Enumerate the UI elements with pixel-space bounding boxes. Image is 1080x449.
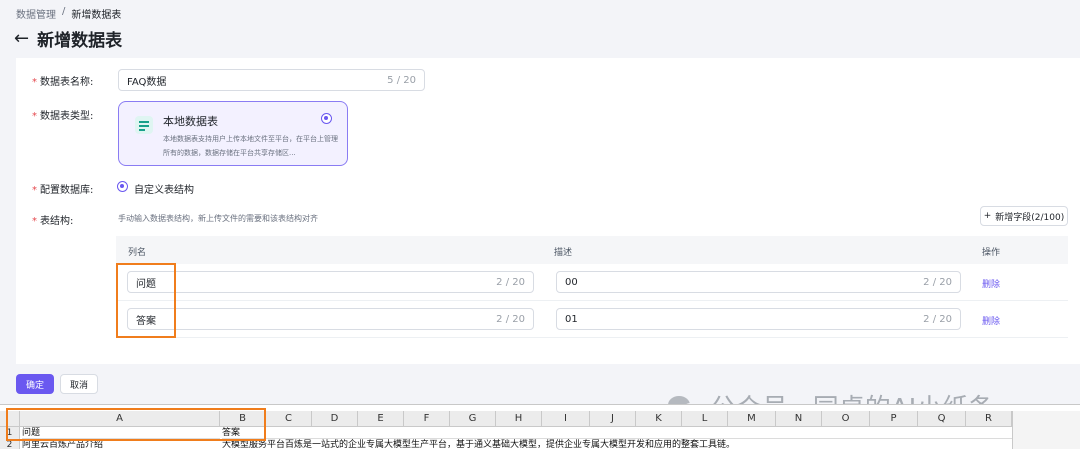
sheet-cell[interactable]: 答案 — [222, 427, 1012, 439]
local-table-type-desc: 本地数据表支持用户上传本地文件至平台，在平台上管理所有的数据，数据存储在平台共享… — [163, 135, 338, 157]
column-desc-value: 01 — [565, 313, 578, 325]
column-desc-input[interactable]: 00 2 / 20 — [556, 271, 961, 293]
spreadsheet: A B C D E F G H I J K L M N O P Q R 1 问题… — [0, 404, 1080, 449]
sheet-column-header[interactable]: G — [450, 411, 496, 427]
table-row: 答案 2 / 20 01 2 / 20 删除 — [116, 301, 1068, 338]
sheet-column-header[interactable]: C — [266, 411, 312, 427]
table-type-label-text: 数据表类型: — [40, 111, 94, 122]
column-desc-counter: 2 / 20 — [923, 313, 952, 325]
sheet-column-header[interactable]: K — [636, 411, 682, 427]
database-config-label: * 配置数据库: — [32, 181, 93, 196]
table-structure-label-text: 表结构: — [40, 216, 74, 227]
table-row: 问题 2 / 20 00 2 / 20 删除 — [116, 264, 1068, 301]
column-name-counter: 2 / 20 — [496, 313, 525, 325]
sheet-column-header[interactable]: N — [776, 411, 822, 427]
add-field-label: 新增字段(2/100) — [995, 212, 1065, 223]
page: 数据管理 / 新增数据表 ← 新增数据表 * 数据表名称: FAQ数据 5 / 2… — [0, 0, 1080, 449]
required-mark: * — [32, 185, 37, 196]
column-desc-counter: 2 / 20 — [923, 276, 952, 288]
highlight-box-sheet-header — [6, 408, 266, 441]
delete-row-button[interactable]: 删除 — [982, 277, 1000, 290]
column-desc-value: 00 — [565, 276, 578, 288]
local-table-type-card[interactable]: 本地数据表 本地数据表支持用户上传本地文件至平台，在平台上管理所有的数据，数据存… — [118, 101, 348, 166]
column-header-desc: 描述 — [554, 248, 573, 258]
plus-icon: + — [983, 211, 992, 221]
database-config-label-text: 配置数据库: — [40, 185, 94, 196]
add-field-button[interactable]: + 新增字段(2/100) — [980, 206, 1068, 226]
sheet-column-header[interactable]: F — [404, 411, 450, 427]
sheet-scroll-area[interactable] — [1012, 411, 1080, 449]
sheet-column-header[interactable]: L — [682, 411, 728, 427]
table-name-label-text: 数据表名称: — [40, 77, 94, 88]
page-header: 数据管理 / 新增数据表 ← 新增数据表 — [0, 0, 1080, 60]
breadcrumb-separator: / — [62, 6, 66, 17]
breadcrumb-current: 新增数据表 — [71, 10, 122, 21]
sheet-column-header[interactable]: I — [542, 411, 590, 427]
footer-actions: 确定 取消 公众号 · 同桌的AI小纸条 — [0, 364, 1080, 424]
sheet-column-header[interactable]: D — [312, 411, 358, 427]
sheet-cell[interactable]: 大模型服务平台百炼是一站式的企业专属大模型生产平台，基于通义基础大模型，提供企业… — [222, 439, 1012, 449]
sheet-column-header[interactable]: H — [496, 411, 542, 427]
sheet-column-header[interactable]: M — [728, 411, 776, 427]
column-name-counter: 2 / 20 — [496, 276, 525, 288]
confirm-button[interactable]: 确定 — [16, 374, 54, 394]
page-title: 新增数据表 — [37, 31, 123, 51]
table-type-label: * 数据表类型: — [32, 107, 93, 122]
form-card: * 数据表名称: FAQ数据 5 / 20 * 数据表类型: 本地数据表 本地数据表… — [16, 58, 1080, 364]
local-table-type-name: 本地数据表 — [163, 115, 218, 128]
back-arrow-icon[interactable]: ← — [14, 29, 29, 48]
sheet-column-header[interactable]: P — [870, 411, 918, 427]
sheet-column-header[interactable]: R — [966, 411, 1012, 427]
delete-row-button[interactable]: 删除 — [982, 314, 1000, 327]
sheet-column-header[interactable]: J — [590, 411, 636, 427]
table-structure-hint: 手动输入数据表结构，新上传文件的需要和该表结构对齐 — [118, 214, 318, 223]
breadcrumb-root[interactable]: 数据管理 — [16, 6, 56, 21]
table-header: 列名 描述 操作 — [116, 236, 1068, 264]
local-table-type-radio[interactable] — [321, 113, 332, 124]
sheet-column-header[interactable]: Q — [918, 411, 966, 427]
table-name-input[interactable]: FAQ数据 5 / 20 — [118, 69, 425, 91]
required-mark: * — [32, 216, 37, 227]
column-header-name: 列名 — [128, 248, 147, 258]
required-mark: * — [32, 77, 37, 88]
custom-structure-option[interactable]: 自定义表结构 — [134, 181, 194, 196]
breadcrumb: 数据管理 / 新增数据表 — [16, 6, 121, 21]
column-desc-input[interactable]: 01 2 / 20 — [556, 308, 961, 330]
table-file-icon — [135, 116, 153, 134]
table-structure-label: * 表结构: — [32, 212, 73, 227]
sheet-column-header[interactable]: E — [358, 411, 404, 427]
cancel-button[interactable]: 取消 — [60, 374, 98, 394]
column-name-input[interactable]: 答案 2 / 20 — [127, 308, 534, 330]
sheet-column-header[interactable]: O — [822, 411, 870, 427]
table-name-label: * 数据表名称: — [32, 73, 93, 88]
column-header-action: 操作 — [982, 248, 1001, 258]
table-name-counter: 5 / 20 — [387, 74, 416, 86]
required-mark: * — [32, 111, 37, 122]
highlight-box-columns — [116, 263, 176, 338]
table-name-value: FAQ数据 — [127, 76, 167, 88]
custom-structure-radio[interactable] — [117, 181, 128, 192]
column-name-input[interactable]: 问题 2 / 20 — [127, 271, 534, 293]
